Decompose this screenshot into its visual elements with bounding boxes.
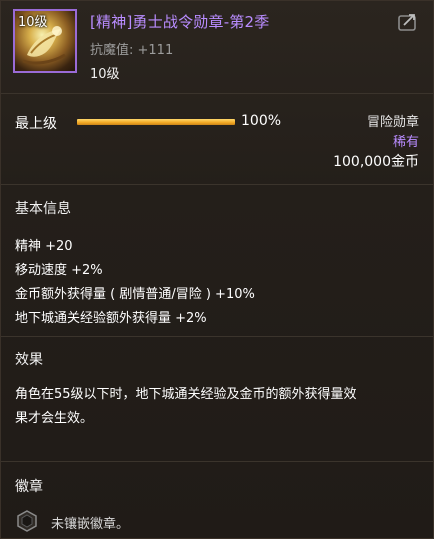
divider [1,336,433,337]
effect-line: 角色在55级以下时，地下城通关经验及金币的额外获得量效 [15,387,357,402]
effect-line: 果才会生效。 [15,411,94,426]
item-tooltip-panel: 10级 [精神]勇士战令勋章-第2季 抗魔值: +111 10级 最上级 100… [0,0,434,539]
basic-info-title: 基本信息 [15,201,71,217]
attribute-line: 精神 +20 [15,239,73,254]
effect-description: 角色在55级以下时，地下城通关经验及金币的额外获得量效 果才会生效。 [15,383,423,431]
emblem-slot-text: 未镶嵌徽章。 [51,517,130,532]
grade-label: 最上级 [15,116,57,132]
item-title: [精神]勇士战令勋章-第2季 [90,13,270,31]
emblem-slot-icon [16,510,38,532]
item-icon: 10级 [13,9,77,73]
divider [1,461,433,462]
attribute-line: 金币额外获得量 ( 剧情普通/冒险 ) +10% [15,287,255,302]
grade-bar [77,119,235,125]
item-stat: 抗魔值: +111 [90,43,174,58]
item-rarity: 稀有 [392,135,419,150]
grade-percent: 100% [241,113,282,129]
attribute-line: 地下城通关经验额外获得量 +2% [15,311,207,326]
item-header: 10级 [精神]勇士战令勋章-第2季 抗魔值: +111 10级 [1,1,433,93]
attribute-line: 移动速度 +2% [15,263,103,278]
emblem-title: 徽章 [15,479,43,495]
item-icon-level: 10级 [18,15,48,30]
divider [1,184,433,185]
grade-bar-fill [77,119,235,125]
effect-title: 效果 [15,352,43,368]
item-level: 10级 [90,67,120,82]
item-type: 冒险勋章 [366,115,419,130]
item-price: 100,000金币 [333,154,419,170]
share-icon[interactable] [397,11,419,33]
divider [1,93,433,94]
